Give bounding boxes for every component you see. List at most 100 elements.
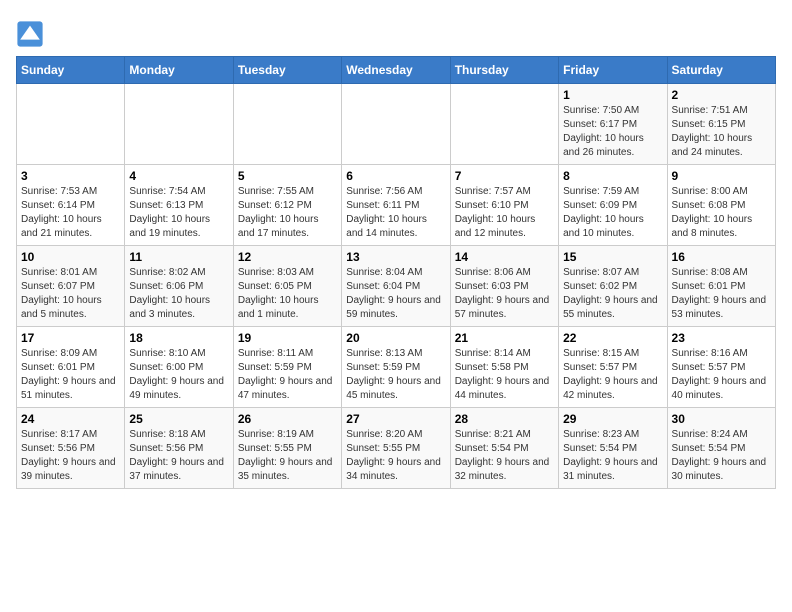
day-info: Sunrise: 8:08 AM Sunset: 6:01 PM Dayligh… bbox=[672, 266, 771, 322]
day-number: 8 bbox=[563, 169, 662, 183]
day-info: Sunrise: 7:50 AM Sunset: 6:17 PM Dayligh… bbox=[563, 104, 662, 160]
calendar-week-row: 10 Sunrise: 8:01 AM Sunset: 6:07 PM Dayli… bbox=[17, 246, 776, 327]
calendar-cell: 4 Sunrise: 7:54 AM Sunset: 6:13 PM Daylig… bbox=[125, 165, 233, 246]
day-info: Sunrise: 8:01 AM Sunset: 6:07 PM Dayligh… bbox=[21, 266, 120, 322]
calendar-cell: 5 Sunrise: 7:55 AM Sunset: 6:12 PM Daylig… bbox=[233, 165, 341, 246]
calendar-cell: 15Sunrise: 8:07 AM Sunset: 6:02 PM Dayli… bbox=[559, 246, 667, 327]
calendar-cell: 2 Sunrise: 7:51 AM Sunset: 6:15 PM Daylig… bbox=[667, 84, 775, 165]
day-info: Sunrise: 8:15 AM Sunset: 5:57 PM Dayligh… bbox=[563, 347, 662, 403]
day-info: Sunrise: 7:55 AM Sunset: 6:12 PM Dayligh… bbox=[238, 185, 337, 241]
day-info: Sunrise: 7:59 AM Sunset: 6:09 PM Dayligh… bbox=[563, 185, 662, 241]
day-number: 3 bbox=[21, 169, 120, 183]
day-number: 18 bbox=[129, 331, 228, 345]
day-info: Sunrise: 8:20 AM Sunset: 5:55 PM Dayligh… bbox=[346, 428, 445, 484]
calendar-cell: 16 Sunrise: 8:08 AM Sunset: 6:01 PM Dayli… bbox=[667, 246, 775, 327]
day-info: Sunrise: 7:56 AM Sunset: 6:11 PM Dayligh… bbox=[346, 185, 445, 241]
calendar-cell bbox=[17, 84, 125, 165]
logo bbox=[16, 20, 48, 48]
day-info: Sunrise: 8:19 AM Sunset: 5:55 PM Dayligh… bbox=[238, 428, 337, 484]
calendar-week-row: 24 Sunrise: 8:17 AM Sunset: 5:56 PM Dayli… bbox=[17, 408, 776, 489]
day-number: 2 bbox=[672, 88, 771, 102]
day-info: Sunrise: 7:53 AM Sunset: 6:14 PM Dayligh… bbox=[21, 185, 120, 241]
day-number: 10 bbox=[21, 250, 120, 264]
calendar-week-row: 17Sunrise: 8:09 AM Sunset: 6:01 PM Dayli… bbox=[17, 327, 776, 408]
day-number: 12 bbox=[238, 250, 337, 264]
calendar-cell bbox=[342, 84, 450, 165]
calendar-cell: 7 Sunrise: 7:57 AM Sunset: 6:10 PM Daylig… bbox=[450, 165, 558, 246]
day-number: 29 bbox=[563, 412, 662, 426]
day-number: 21 bbox=[455, 331, 554, 345]
day-info: Sunrise: 8:10 AM Sunset: 6:00 PM Dayligh… bbox=[129, 347, 228, 403]
logo-icon bbox=[16, 20, 44, 48]
day-info: Sunrise: 8:18 AM Sunset: 5:56 PM Dayligh… bbox=[129, 428, 228, 484]
day-info: Sunrise: 8:13 AM Sunset: 5:59 PM Dayligh… bbox=[346, 347, 445, 403]
calendar-week-row: 1 Sunrise: 7:50 AM Sunset: 6:17 PM Daylig… bbox=[17, 84, 776, 165]
day-number: 24 bbox=[21, 412, 120, 426]
calendar-cell: 22 Sunrise: 8:15 AM Sunset: 5:57 PM Dayli… bbox=[559, 327, 667, 408]
calendar-cell bbox=[125, 84, 233, 165]
calendar-cell: 10 Sunrise: 8:01 AM Sunset: 6:07 PM Dayli… bbox=[17, 246, 125, 327]
day-header-monday: Monday bbox=[125, 57, 233, 84]
calendar-cell: 9 Sunrise: 8:00 AM Sunset: 6:08 PM Daylig… bbox=[667, 165, 775, 246]
calendar-cell: 11 Sunrise: 8:02 AM Sunset: 6:06 PM Dayli… bbox=[125, 246, 233, 327]
calendar-cell: 3 Sunrise: 7:53 AM Sunset: 6:14 PM Daylig… bbox=[17, 165, 125, 246]
day-number: 26 bbox=[238, 412, 337, 426]
day-number: 7 bbox=[455, 169, 554, 183]
day-number: 6 bbox=[346, 169, 445, 183]
day-info: Sunrise: 8:23 AM Sunset: 5:54 PM Dayligh… bbox=[563, 428, 662, 484]
day-number: 27 bbox=[346, 412, 445, 426]
calendar-cell: 24 Sunrise: 8:17 AM Sunset: 5:56 PM Dayli… bbox=[17, 408, 125, 489]
calendar-cell: 1 Sunrise: 7:50 AM Sunset: 6:17 PM Daylig… bbox=[559, 84, 667, 165]
calendar-cell: 6 Sunrise: 7:56 AM Sunset: 6:11 PM Daylig… bbox=[342, 165, 450, 246]
calendar-cell: 29 Sunrise: 8:23 AM Sunset: 5:54 PM Dayli… bbox=[559, 408, 667, 489]
calendar-header-row: SundayMondayTuesdayWednesdayThursdayFrid… bbox=[17, 57, 776, 84]
day-header-wednesday: Wednesday bbox=[342, 57, 450, 84]
day-header-sunday: Sunday bbox=[17, 57, 125, 84]
day-info: Sunrise: 8:14 AM Sunset: 5:58 PM Dayligh… bbox=[455, 347, 554, 403]
day-info: Sunrise: 8:11 AM Sunset: 5:59 PM Dayligh… bbox=[238, 347, 337, 403]
calendar-cell: 13 Sunrise: 8:04 AM Sunset: 6:04 PM Dayli… bbox=[342, 246, 450, 327]
calendar-cell: 23 Sunrise: 8:16 AM Sunset: 5:57 PM Dayli… bbox=[667, 327, 775, 408]
day-info: Sunrise: 7:51 AM Sunset: 6:15 PM Dayligh… bbox=[672, 104, 771, 160]
day-info: Sunrise: 8:17 AM Sunset: 5:56 PM Dayligh… bbox=[21, 428, 120, 484]
calendar-cell: 19Sunrise: 8:11 AM Sunset: 5:59 PM Dayli… bbox=[233, 327, 341, 408]
calendar-cell: 26 Sunrise: 8:19 AM Sunset: 5:55 PM Dayli… bbox=[233, 408, 341, 489]
day-number: 11 bbox=[129, 250, 228, 264]
day-header-thursday: Thursday bbox=[450, 57, 558, 84]
day-info: Sunrise: 7:54 AM Sunset: 6:13 PM Dayligh… bbox=[129, 185, 228, 241]
day-number: 5 bbox=[238, 169, 337, 183]
day-info: Sunrise: 8:02 AM Sunset: 6:06 PM Dayligh… bbox=[129, 266, 228, 322]
calendar-cell bbox=[450, 84, 558, 165]
calendar-cell: 8 Sunrise: 7:59 AM Sunset: 6:09 PM Daylig… bbox=[559, 165, 667, 246]
day-info: Sunrise: 7:57 AM Sunset: 6:10 PM Dayligh… bbox=[455, 185, 554, 241]
day-number: 14 bbox=[455, 250, 554, 264]
day-number: 9 bbox=[672, 169, 771, 183]
day-info: Sunrise: 8:16 AM Sunset: 5:57 PM Dayligh… bbox=[672, 347, 771, 403]
day-number: 1 bbox=[563, 88, 662, 102]
day-header-saturday: Saturday bbox=[667, 57, 775, 84]
day-info: Sunrise: 8:00 AM Sunset: 6:08 PM Dayligh… bbox=[672, 185, 771, 241]
day-number: 20 bbox=[346, 331, 445, 345]
calendar-cell: 30Sunrise: 8:24 AM Sunset: 5:54 PM Dayli… bbox=[667, 408, 775, 489]
day-number: 28 bbox=[455, 412, 554, 426]
calendar-cell: 14 Sunrise: 8:06 AM Sunset: 6:03 PM Dayli… bbox=[450, 246, 558, 327]
calendar-cell: 17Sunrise: 8:09 AM Sunset: 6:01 PM Dayli… bbox=[17, 327, 125, 408]
day-header-friday: Friday bbox=[559, 57, 667, 84]
calendar-cell: 21 Sunrise: 8:14 AM Sunset: 5:58 PM Dayli… bbox=[450, 327, 558, 408]
header bbox=[16, 16, 776, 48]
calendar-cell: 18 Sunrise: 8:10 AM Sunset: 6:00 PM Dayli… bbox=[125, 327, 233, 408]
day-number: 25 bbox=[129, 412, 228, 426]
calendar-table: SundayMondayTuesdayWednesdayThursdayFrid… bbox=[16, 56, 776, 489]
day-info: Sunrise: 8:03 AM Sunset: 6:05 PM Dayligh… bbox=[238, 266, 337, 322]
day-info: Sunrise: 8:04 AM Sunset: 6:04 PM Dayligh… bbox=[346, 266, 445, 322]
day-info: Sunrise: 8:06 AM Sunset: 6:03 PM Dayligh… bbox=[455, 266, 554, 322]
day-number: 17 bbox=[21, 331, 120, 345]
day-header-tuesday: Tuesday bbox=[233, 57, 341, 84]
day-number: 4 bbox=[129, 169, 228, 183]
day-info: Sunrise: 8:07 AM Sunset: 6:02 PM Dayligh… bbox=[563, 266, 662, 322]
day-number: 13 bbox=[346, 250, 445, 264]
day-number: 30 bbox=[672, 412, 771, 426]
day-number: 16 bbox=[672, 250, 771, 264]
day-number: 22 bbox=[563, 331, 662, 345]
day-number: 23 bbox=[672, 331, 771, 345]
